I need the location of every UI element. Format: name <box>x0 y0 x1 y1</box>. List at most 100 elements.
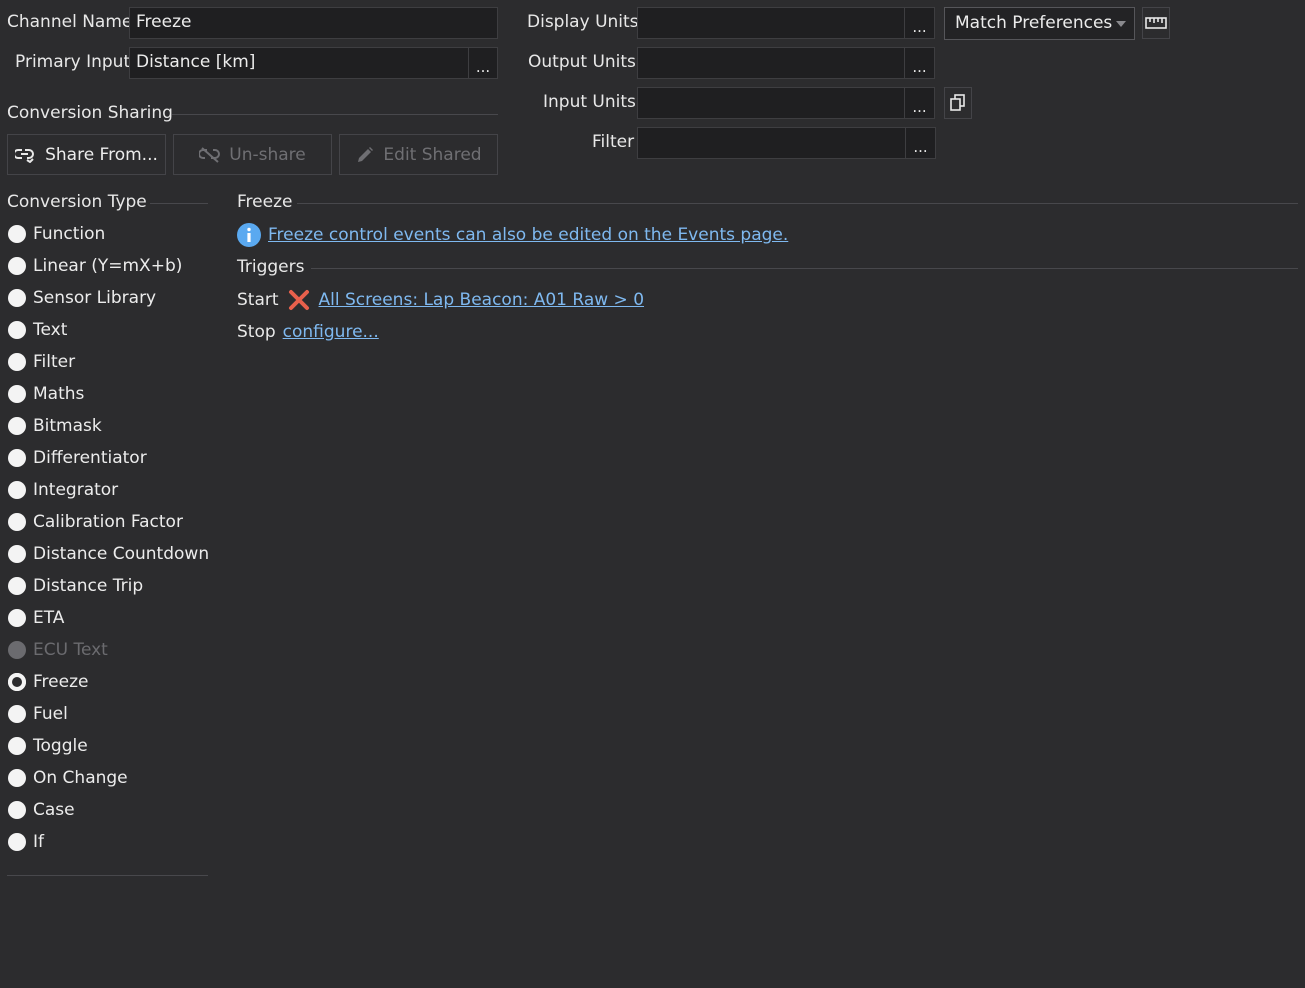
conversion-type-option-text[interactable]: Text <box>8 318 67 342</box>
channel-name-input[interactable]: Freeze <box>129 7 498 39</box>
conversion-type-option-differentiator[interactable]: Differentiator <box>8 446 147 470</box>
conversion-type-option-bitmask[interactable]: Bitmask <box>8 414 102 438</box>
delete-x-icon[interactable] <box>288 289 310 311</box>
radio-button[interactable] <box>8 705 26 723</box>
radio-button[interactable] <box>8 289 26 307</box>
conversion-type-option-distance-countdown[interactable]: Distance Countdown <box>8 542 209 566</box>
conversion-type-option-function[interactable]: Function <box>8 222 105 246</box>
radio-label: Linear (Y=mX+b) <box>33 256 183 276</box>
start-label: Start <box>237 290 279 310</box>
conversion-type-option-linear-y-mx-b[interactable]: Linear (Y=mX+b) <box>8 254 182 278</box>
radio-label: Differentiator <box>33 448 147 468</box>
match-preferences-select[interactable]: Match Preferences <box>944 7 1135 40</box>
unshare-label: Un-share <box>229 144 306 165</box>
share-from-label: Share From... <box>45 144 158 165</box>
input-units-label: Input Units <box>543 92 636 112</box>
info-icon <box>237 223 261 247</box>
radio-button[interactable] <box>8 641 26 659</box>
display-units-input[interactable] <box>637 7 905 39</box>
conversion-type-option-if[interactable]: If <box>8 830 44 854</box>
conversion-type-bottom-divider <box>7 875 208 876</box>
radio-button[interactable] <box>8 481 26 499</box>
display-units-browse-button[interactable]: ... <box>904 7 935 39</box>
conversion-type-option-fuel[interactable]: Fuel <box>8 702 68 726</box>
radio-button[interactable] <box>8 833 26 851</box>
conversion-type-option-maths[interactable]: Maths <box>8 382 84 406</box>
radio-button[interactable] <box>8 513 26 531</box>
triggers-divider <box>311 268 1298 269</box>
radio-button[interactable] <box>8 417 26 435</box>
radio-button[interactable] <box>8 257 26 275</box>
sharing-divider <box>172 114 498 115</box>
start-trigger-row: Start All Screens: Lap Beacon: A01 Raw >… <box>237 289 644 311</box>
radio-button[interactable] <box>8 449 26 467</box>
radio-label: ETA <box>33 608 65 628</box>
filter-input[interactable] <box>637 127 906 159</box>
unlink-icon <box>199 146 221 163</box>
radio-button[interactable] <box>8 225 26 243</box>
output-units-browse-button[interactable]: ... <box>904 47 935 79</box>
conversion-type-title: Conversion Type <box>7 192 147 212</box>
copy-icon <box>950 94 965 111</box>
input-units-input[interactable] <box>637 87 905 119</box>
output-units-label: Output Units <box>528 52 636 72</box>
conversion-type-option-filter[interactable]: Filter <box>8 350 75 374</box>
filter-label: Filter <box>592 132 635 152</box>
radio-button[interactable] <box>8 577 26 595</box>
conversion-sharing-title: Conversion Sharing <box>7 103 173 123</box>
radio-button[interactable] <box>8 737 26 755</box>
radio-button[interactable] <box>8 769 26 787</box>
input-units-browse-button[interactable]: ... <box>904 87 935 119</box>
radio-button[interactable] <box>8 321 26 339</box>
radio-label: Case <box>33 800 75 820</box>
radio-label: Integrator <box>33 480 119 500</box>
radio-button[interactable] <box>8 353 26 371</box>
ruler-icon <box>1145 17 1167 29</box>
stop-trigger-row: Stop configure... <box>237 322 379 342</box>
radio-label: If <box>33 832 44 852</box>
radio-label: Calibration Factor <box>33 512 183 532</box>
radio-label: Distance Trip <box>33 576 144 596</box>
radio-button[interactable] <box>8 801 26 819</box>
primary-input-field[interactable]: Distance [km] <box>129 47 469 79</box>
triggers-title: Triggers <box>237 257 305 277</box>
edit-shared-label: Edit Shared <box>383 144 482 165</box>
radio-button[interactable] <box>8 673 26 691</box>
conversion-type-option-sensor-library[interactable]: Sensor Library <box>8 286 156 310</box>
radio-label: Bitmask <box>33 416 102 436</box>
stop-label: Stop <box>237 322 276 342</box>
conversion-type-option-calibration-factor[interactable]: Calibration Factor <box>8 510 183 534</box>
pencil-icon <box>358 146 374 162</box>
freeze-divider <box>297 203 1298 204</box>
conversion-type-divider <box>150 203 208 204</box>
radio-label: Maths <box>33 384 85 404</box>
conversion-type-option-freeze[interactable]: Freeze <box>8 670 88 694</box>
radio-label: Function <box>33 224 106 244</box>
channel-name-label: Channel Name <box>7 12 133 32</box>
radio-button[interactable] <box>8 545 26 563</box>
start-trigger-link[interactable]: All Screens: Lap Beacon: A01 Raw > 0 <box>319 290 644 310</box>
events-page-link[interactable]: Freeze control events can also be edited… <box>268 225 788 245</box>
unshare-button[interactable]: Un-share <box>173 134 332 175</box>
freeze-title: Freeze <box>237 192 293 212</box>
radio-button[interactable] <box>8 385 26 403</box>
chevron-down-icon <box>1116 21 1126 27</box>
ruler-button[interactable] <box>1142 7 1170 39</box>
conversion-type-option-integrator[interactable]: Integrator <box>8 478 118 502</box>
conversion-type-option-eta[interactable]: ETA <box>8 606 64 630</box>
share-from-button[interactable]: Share From... <box>7 134 166 175</box>
edit-shared-button[interactable]: Edit Shared <box>339 134 498 175</box>
filter-browse-button[interactable]: ... <box>905 127 936 159</box>
conversion-type-option-case[interactable]: Case <box>8 798 75 822</box>
output-units-input[interactable] <box>637 47 905 79</box>
conversion-type-option-toggle[interactable]: Toggle <box>8 734 88 758</box>
conversion-type-option-on-change[interactable]: On Change <box>8 766 128 790</box>
primary-input-browse-button[interactable]: ... <box>468 47 498 79</box>
radio-label: ECU Text <box>33 640 108 660</box>
radio-label: Sensor Library <box>33 288 157 308</box>
copy-button[interactable] <box>944 87 972 119</box>
stop-configure-link[interactable]: configure... <box>283 322 379 342</box>
radio-button[interactable] <box>8 609 26 627</box>
conversion-type-option-distance-trip[interactable]: Distance Trip <box>8 574 143 598</box>
conversion-type-option-ecu-text[interactable]: ECU Text <box>8 638 108 662</box>
